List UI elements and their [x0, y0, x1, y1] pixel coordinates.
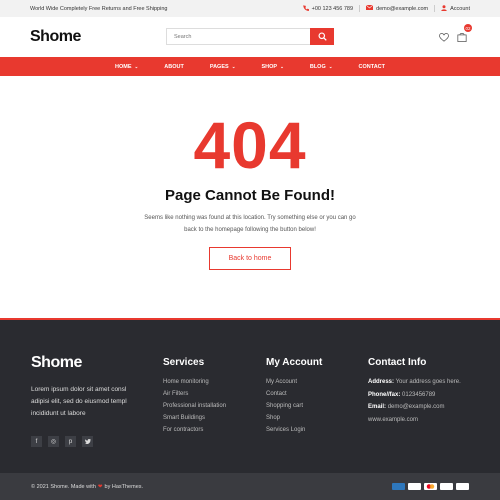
header-icons: 02 [439, 24, 472, 47]
copyright-suffix[interactable]: by HasThemes. [105, 484, 144, 490]
services-link[interactable]: For contractors [163, 424, 226, 436]
error-title: Page Cannot Be Found! [165, 187, 335, 204]
nav-item-pages[interactable]: PAGES ⌄ [197, 64, 249, 70]
phone-icon [302, 4, 309, 13]
cart-count-badge: 02 [464, 24, 472, 32]
account-link[interactable]: Services Login [266, 424, 322, 436]
my-account-heading: My Account [266, 357, 323, 368]
nav-item-shop[interactable]: SHOP ⌄ [248, 64, 296, 70]
website-link[interactable]: www.example.com [368, 414, 461, 427]
nav-item-label: HOME [114, 63, 132, 70]
account-link[interactable]: Shop [266, 412, 322, 424]
chevron-down-icon: ⌄ [231, 63, 236, 69]
footer-logo[interactable]: Shome [31, 354, 146, 372]
account-link[interactable]: Contact [266, 388, 322, 400]
chevron-down-icon: ⌄ [134, 63, 139, 69]
email-link[interactable]: demo@example.com [365, 4, 429, 12]
services-list: Home monitoring Air Filters Professional… [163, 376, 226, 436]
heart-icon [439, 33, 449, 42]
nav-item-label: BLOG [309, 63, 326, 70]
footer-about-text: Lorem ipsum dolor sit amet consl adipisi… [31, 386, 127, 417]
heart-icon: ❤ [97, 483, 103, 490]
phone-line: Phone//fax: 0123456789 [368, 389, 461, 402]
contact-info-heading: Contact Info [368, 357, 427, 368]
account-link[interactable]: Shopping cart [266, 400, 322, 412]
cart-button[interactable]: 02 [457, 24, 472, 47]
address-label: Address: [368, 379, 395, 385]
services-link[interactable]: Air Filters [163, 388, 226, 400]
social-links: f ◎ p [31, 436, 146, 447]
pinterest-icon[interactable]: p [65, 436, 76, 447]
contact-info: Address: Your address goes here. Phone//… [368, 376, 461, 426]
phone-link[interactable]: +00 123 456 789 [302, 4, 354, 13]
mastercard-icon [424, 483, 437, 490]
nav-item-blog[interactable]: BLOG ⌄ [297, 64, 346, 70]
error-section: 404 Page Cannot Be Found! Seems like not… [0, 76, 500, 319]
header: Shome 02 [0, 17, 500, 57]
email-line: Email: demo@example.com [368, 401, 461, 414]
footer: Shome Lorem ipsum dolor sit amet consl a… [0, 318, 500, 473]
top-bar: World Wide Completely Free Returns and F… [0, 0, 500, 17]
chevron-down-icon: ⌄ [328, 63, 333, 69]
nav-item-label: CONTACT [358, 63, 385, 70]
phone-text: +00 123 456 789 [311, 5, 354, 12]
services-heading: Services [163, 357, 205, 368]
services-link[interactable]: Professional installation [163, 400, 226, 412]
account-text: Account [450, 5, 470, 12]
nav-item-about[interactable]: ABOUT [151, 64, 197, 70]
divider [359, 5, 361, 12]
search-icon [317, 32, 327, 41]
search-input[interactable] [166, 28, 310, 45]
error-description: Seems like nothing was found at this loc… [144, 215, 356, 233]
amex-icon [392, 483, 405, 490]
email-label: Email: [368, 404, 387, 410]
phone-label: Phone//fax: [368, 391, 401, 398]
services-link[interactable]: Smart Buildings [163, 412, 226, 424]
main-nav: HOME ⌄ ABOUT PAGES ⌄ SHOP ⌄ BLOG ⌄ CONTA… [0, 57, 500, 76]
address-line: Address: Your address goes here. [368, 376, 461, 389]
nav-item-label: PAGES [209, 63, 229, 70]
payment-methods [392, 483, 469, 490]
footer-contact-column: Contact Info Address: Your address goes … [368, 354, 461, 426]
facebook-icon[interactable]: f [31, 436, 42, 447]
promo-text: World Wide Completely Free Returns and F… [30, 5, 168, 12]
user-icon [441, 4, 447, 13]
copyright-prefix: © 2021 Shome. Made with [31, 483, 96, 490]
discover-icon [440, 483, 453, 490]
back-to-home-button[interactable]: Back to home [209, 247, 291, 270]
twitter-icon[interactable] [82, 436, 93, 447]
footer-services-column: Services Home monitoring Air Filters Pro… [163, 354, 226, 436]
search-button[interactable] [310, 28, 334, 45]
top-bar-contacts: +00 123 456 789 demo@example.com Account [302, 4, 470, 13]
chevron-down-icon: ⌄ [280, 63, 284, 69]
shopping-bag-icon [457, 32, 467, 42]
envelope-icon [365, 4, 374, 12]
copyright: © 2021 Shome. Made with ❤ by HasThemes. [31, 484, 143, 490]
nav-item-label: SHOP [261, 63, 278, 70]
logo[interactable]: Shome [30, 28, 81, 46]
account-link[interactable]: Account [441, 4, 470, 13]
account-list: My Account Contact Shopping cart Shop Se… [266, 376, 322, 436]
dribbble-icon[interactable]: ◎ [48, 436, 59, 447]
error-code: 404 [193, 108, 307, 182]
footer-account-column: My Account My Account Contact Shopping c… [266, 354, 322, 436]
divider [434, 5, 436, 12]
paypal-icon [408, 483, 421, 490]
nav-item-home[interactable]: HOME ⌄ [102, 64, 151, 70]
nav-item-label: ABOUT [164, 63, 184, 70]
visa-icon [456, 483, 469, 490]
address-value: Your address goes here. [395, 379, 461, 385]
copyright-bar: © 2021 Shome. Made with ❤ by HasThemes. [0, 473, 500, 500]
footer-about-column: Shome Lorem ipsum dolor sit amet consl a… [31, 354, 146, 447]
services-link[interactable]: Home monitoring [163, 376, 226, 388]
email-text: demo@example.com [376, 5, 429, 12]
account-link[interactable]: My Account [266, 376, 322, 388]
search-bar [166, 28, 334, 45]
email-value[interactable]: demo@example.com [388, 404, 445, 410]
phone-value: 0123456789 [402, 391, 436, 398]
nav-item-contact[interactable]: CONTACT [346, 64, 398, 70]
wishlist-button[interactable] [439, 29, 449, 47]
